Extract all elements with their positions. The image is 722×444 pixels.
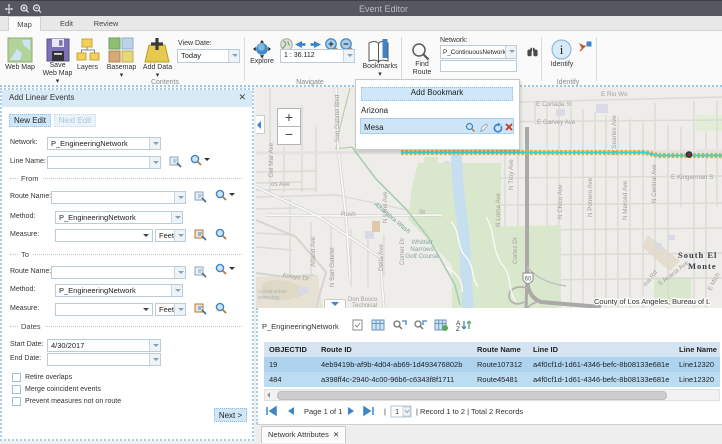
svg-text:Whittier: Whittier (411, 239, 432, 246)
svg-text:N Central Ave: N Central Ave (651, 164, 658, 203)
svg-text:Z: Z (456, 326, 460, 333)
svg-text:60: 60 (525, 277, 532, 283)
svg-text:N Potrero Ave: N Potrero Ave (587, 177, 594, 217)
svg-text:N Searles Ave: N Searles Ave (611, 115, 618, 155)
svg-text:E Garvey Ave: E Garvey Ave (537, 119, 576, 126)
svg-text:N Troy Ave: N Troy Ave (508, 159, 515, 190)
svg-text:San Gabriel Blvd: San Gabriel Blvd (334, 94, 341, 142)
svg-text:South El: South El (678, 250, 717, 260)
svg-text:N Merced Ave: N Merced Ave (622, 180, 629, 220)
svg-text:os Ave: os Ave (271, 181, 290, 188)
svg-text:Cortez Dr: Cortez Dr (512, 237, 519, 264)
svg-text:Golf Course: Golf Course (405, 253, 439, 260)
svg-text:Monte: Monte (688, 261, 717, 271)
svg-text:i: i (560, 42, 564, 57)
svg-text:1: 1 (395, 407, 399, 416)
svg-text:E Cortada St: E Cortada St (536, 101, 572, 108)
svg-text:| Record 1 to 2 | Total 2 R: | Record 1 to 2 | Total 2 Records (416, 407, 523, 416)
svg-text:St: St (419, 209, 425, 216)
svg-text:Del Mar Ave: Del Mar Ave (268, 142, 275, 177)
svg-text:E Rio Wo: E Rio Wo (601, 91, 628, 98)
svg-text:Page 1 of 1: Page 1 of 1 (304, 407, 342, 416)
svg-text:Delta Ave: Delta Ave (378, 244, 385, 271)
svg-text:Narrows: Narrows (410, 246, 433, 253)
svg-text:E Kingerman S: E Kingerman S (671, 174, 713, 181)
svg-text:Comer Dr: Comer Dr (399, 238, 406, 265)
svg-text:Arland Ave: Arland Ave (310, 236, 317, 267)
svg-text:N Chico Ave: N Chico Ave (557, 184, 564, 219)
svg-text:Rush: Rush (341, 211, 356, 218)
svg-text:County of Los Angeles, Bureau: County of Los Angeles, Bureau of L (594, 297, 710, 306)
svg-text:sometng: sometng (258, 295, 279, 301)
svg-text:|: | (384, 407, 386, 416)
svg-text:N San Gabriel: N San Gabriel (329, 247, 336, 287)
svg-text:N Loma Ave: N Loma Ave (495, 192, 502, 227)
